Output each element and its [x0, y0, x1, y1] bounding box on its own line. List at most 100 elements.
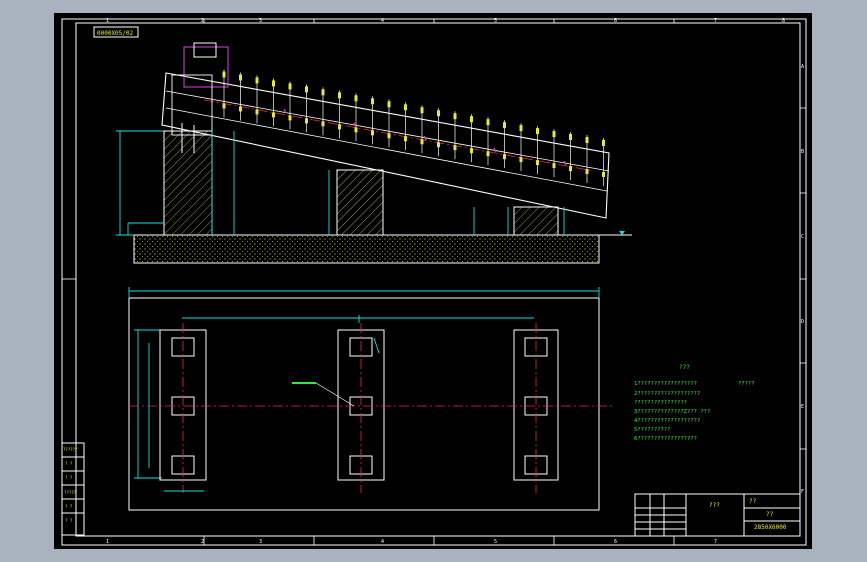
- post-marker: [503, 122, 506, 129]
- svg-text:4: 4: [381, 539, 384, 545]
- post-marker: [272, 112, 275, 118]
- frame-code: 0000X05/02: [97, 30, 134, 37]
- svg-text:?????: ?????: [64, 490, 77, 495]
- svg-text:A: A: [801, 64, 804, 70]
- svg-text:? ?: ? ?: [65, 475, 73, 480]
- svg-text:????????????????: ????????????????: [634, 400, 687, 406]
- conveyor-posts: [222, 69, 605, 187]
- post-marker: [404, 136, 407, 142]
- post-marker: [552, 131, 556, 138]
- svg-text:D: D: [801, 319, 804, 325]
- right-pier: [513, 206, 559, 236]
- post-marker: [288, 83, 292, 90]
- svg-text:? ?: ? ?: [65, 518, 73, 523]
- svg-text:C: C: [801, 234, 804, 240]
- svg-text:5: 5: [494, 539, 497, 545]
- svg-text:3??????????????Z??? ???: 3??????????????Z??? ???: [634, 409, 710, 415]
- elevation-view: [116, 42, 632, 264]
- post-marker: [470, 148, 473, 154]
- post-marker: [354, 95, 358, 102]
- post-marker: [272, 80, 275, 87]
- post-marker: [486, 119, 490, 126]
- title-block: ??? ?? ?? 2850X6000: [634, 493, 801, 537]
- middle-pier: [336, 169, 384, 236]
- post-marker: [453, 145, 457, 151]
- left-pier: [163, 130, 213, 236]
- post-marker: [239, 106, 242, 112]
- post-marker: [536, 128, 539, 135]
- post-marker: [552, 163, 556, 169]
- post-marker: [569, 166, 572, 172]
- svg-text:3: 3: [259, 18, 262, 24]
- post-marker: [536, 160, 539, 166]
- svg-text:F: F: [801, 489, 804, 495]
- svg-text:1: 1: [106, 18, 109, 24]
- post-marker: [420, 107, 424, 114]
- svg-text:1: 1: [106, 539, 109, 545]
- post-marker: [255, 109, 259, 115]
- svg-text:7: 7: [714, 18, 717, 24]
- post-marker: [519, 125, 523, 132]
- post-marker: [602, 140, 605, 147]
- post-marker: [453, 113, 457, 120]
- tech-requirements: ??? 1?????????????????? 2???????????????…: [634, 364, 755, 442]
- post-marker: [470, 116, 473, 123]
- svg-text:? ?: ? ?: [65, 461, 73, 466]
- post-marker: [404, 104, 407, 111]
- svg-text:B: B: [801, 149, 804, 155]
- svg-text:? ?: ? ?: [65, 504, 73, 509]
- svg-text:2: 2: [201, 18, 204, 24]
- svg-text:5: 5: [494, 18, 497, 24]
- cad-viewport[interactable]: 1 2 3 4 5 6 7 8 1 2 3 4 5 6 7 A B C D E …: [54, 13, 812, 549]
- svg-text:4???????????????????: 4???????????????????: [634, 418, 700, 424]
- svg-text:8: 8: [782, 18, 785, 24]
- post-marker: [371, 98, 374, 105]
- elevation-marker: [619, 231, 625, 235]
- svg-text:6: 6: [614, 18, 617, 24]
- svg-text:E: E: [801, 404, 804, 410]
- drive-unit: [183, 46, 229, 88]
- post-marker: [338, 124, 341, 130]
- svg-text:2???????????????????: 2???????????????????: [634, 391, 700, 397]
- post-marker: [387, 101, 391, 108]
- post-marker: [569, 134, 572, 141]
- post-marker: [222, 103, 226, 109]
- post-marker: [437, 142, 440, 148]
- post-marker: [305, 86, 308, 93]
- svg-text:6??????????????????: 6??????????????????: [634, 436, 697, 442]
- svg-text:2: 2: [201, 539, 204, 545]
- post-marker: [239, 74, 242, 81]
- inner-border: [75, 22, 801, 537]
- post-marker: [321, 121, 325, 127]
- post-marker: [519, 157, 523, 163]
- border-letters-right: A B C D E F: [801, 64, 804, 495]
- cad-drawing: 1 2 3 4 5 6 7 8 1 2 3 4 5 6 7 A B C D E …: [61, 18, 807, 546]
- left-table: ?????? ? ? ? ? ????? ? ? ? ?: [61, 442, 85, 536]
- post-marker: [585, 137, 589, 144]
- tech-heading: ???: [679, 364, 690, 371]
- post-marker: [371, 130, 374, 136]
- svg-text:1??????????????????: 1??????????????????: [634, 381, 697, 387]
- post-marker: [255, 77, 259, 84]
- post-marker: [288, 115, 292, 121]
- post-marker: [420, 139, 424, 145]
- title-scale: ??: [766, 511, 774, 518]
- border-numbers-bottom: 1 2 3 4 5 6 7: [106, 539, 717, 545]
- post-marker: [222, 71, 226, 78]
- post-marker: [602, 172, 605, 178]
- post-marker: [486, 151, 490, 157]
- conveyor-body: [161, 72, 610, 219]
- post-marker: [338, 92, 341, 99]
- svg-text:6: 6: [614, 539, 617, 545]
- post-marker: [321, 89, 325, 96]
- post-marker: [437, 110, 440, 117]
- svg-text:??????: ??????: [63, 447, 78, 452]
- tech-side-note: ?????: [738, 381, 755, 387]
- border-ticks: [62, 19, 806, 545]
- svg-text:3: 3: [259, 539, 262, 545]
- outer-border: [61, 18, 807, 546]
- svg-text:7: 7: [714, 539, 717, 545]
- post-marker: [354, 127, 358, 133]
- post-marker: [585, 169, 589, 175]
- title-name: ???: [709, 502, 720, 509]
